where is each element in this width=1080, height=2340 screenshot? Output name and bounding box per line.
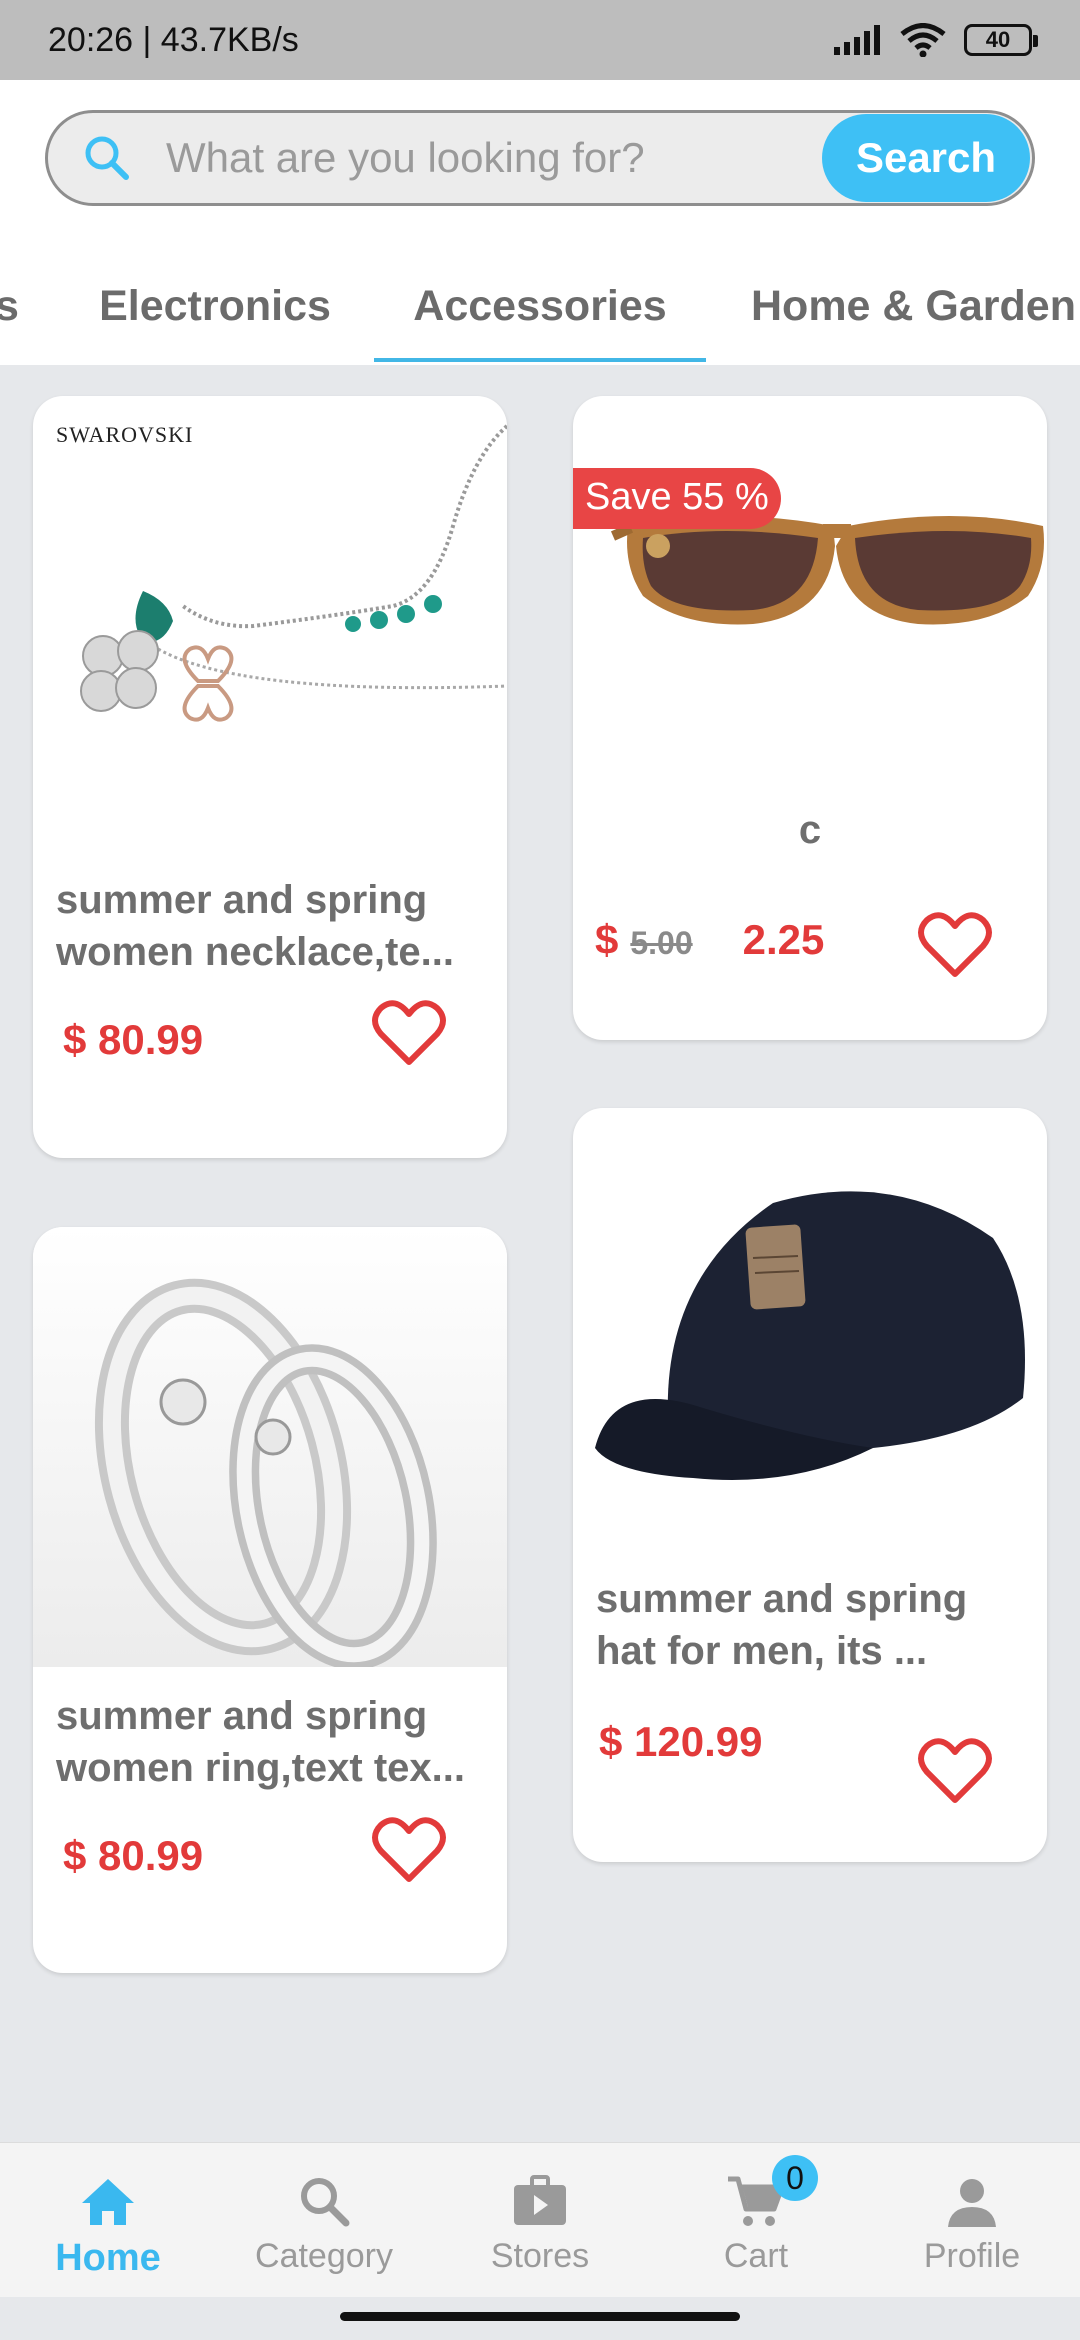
nav-stores[interactable]: Stores (432, 2143, 648, 2298)
product-image-sunglasses[interactable]: Save 55 % (573, 396, 1047, 756)
necklace-illustration (80, 424, 507, 722)
product-card-sunglasses[interactable]: Save 55 % c $ 5.00 2.25 (573, 396, 1047, 1040)
sale-price: 2.25 (742, 916, 825, 963)
home-icon (82, 2179, 134, 2225)
store-icon (514, 2175, 566, 2225)
product-title: summer and spring women necklace,te... (56, 874, 454, 978)
search-button[interactable]: Search (822, 114, 1030, 202)
product-card-cap[interactable]: summer and spring hat for men, its ... $… (573, 1108, 1047, 1862)
nav-category[interactable]: Category (216, 2143, 432, 2298)
currency-symbol: $ (595, 916, 619, 963)
status-time: 20:26 | 43.7KB/s (48, 20, 299, 59)
tab-accessories[interactable]: Accessories (374, 250, 706, 362)
signal-icon (834, 25, 880, 55)
product-price: $ 80.99 (63, 1016, 204, 1063)
product-title-line1: summer and spring (56, 878, 428, 922)
favorite-heart-icon[interactable] (371, 998, 447, 1068)
nav-cart[interactable]: Cart 0 (648, 2143, 864, 2298)
tab-electronics[interactable]: Electronics (80, 250, 350, 362)
nav-label-category: Category (255, 2237, 393, 2275)
product-card-rings[interactable]: summer and spring women ring,text tex...… (33, 1227, 507, 1973)
favorite-heart-icon[interactable] (371, 1815, 447, 1885)
favorite-heart-icon[interactable] (917, 1736, 993, 1806)
price-row: $ 5.00 2.25 (595, 916, 824, 964)
favorite-heart-icon[interactable] (917, 910, 993, 980)
product-price: $ 80.99 (63, 1832, 204, 1879)
product-image-cap[interactable] (573, 1108, 1047, 1548)
category-tabs: s Electronics Accessories Home & Garden (0, 250, 1080, 365)
search-bar: Search (45, 110, 1035, 206)
bottom-navigation: Home Category Stores Cart 0 Profile (0, 2142, 1080, 2297)
product-title-line2: women ring,text tex... (56, 1746, 465, 1790)
nav-label-stores: Stores (490, 2237, 590, 2275)
cap-illustration (595, 1191, 1025, 1480)
home-indicator[interactable] (340, 2312, 740, 2321)
nav-label-home: Home (55, 2237, 161, 2279)
battery-level: 40 (985, 27, 1011, 52)
nav-profile[interactable]: Profile (864, 2143, 1080, 2298)
product-card-necklace[interactable]: SWAROVSKI summer and spring women neckla… (33, 396, 507, 1158)
product-image-necklace[interactable]: SWAROVSKI (33, 396, 507, 826)
rings-illustration (94, 1278, 437, 1667)
tab-partial[interactable]: s (0, 250, 22, 362)
old-price: 5.00 (630, 925, 693, 961)
product-title-line2: hat for men, its ... (596, 1629, 928, 1673)
cart-count-badge: 0 (772, 2155, 818, 2201)
product-title-line1: summer and spring (596, 1577, 968, 1621)
wifi-icon (900, 23, 946, 57)
battery-icon: 40 (964, 24, 1038, 56)
product-title: summer and spring hat for men, its ... (596, 1573, 967, 1677)
search-icon (301, 2178, 350, 2227)
product-title-line2: women necklace,te... (56, 930, 454, 974)
person-icon (948, 2179, 996, 2227)
status-icons: 40 (834, 23, 1038, 57)
product-title-line1: summer and spring (56, 1694, 428, 1738)
search-icon (48, 113, 166, 203)
nav-home[interactable]: Home (0, 2143, 216, 2298)
status-bar: 20:26 | 43.7KB/s 40 (0, 0, 1080, 80)
header: Search s Electronics Accessories Home & … (0, 80, 1080, 365)
discount-badge: Save 55 % (573, 468, 781, 529)
tab-home-garden[interactable]: Home & Garden (730, 250, 1080, 362)
nav-label-cart: Cart (723, 2237, 789, 2275)
product-image-rings[interactable] (33, 1227, 507, 1667)
product-title: c (798, 808, 822, 852)
product-title: summer and spring women ring,text tex... (56, 1690, 465, 1794)
search-input[interactable] (166, 134, 822, 182)
product-price: $ 120.99 (599, 1718, 763, 1765)
nav-label-profile: Profile (923, 2237, 1021, 2275)
sunglasses-illustration (610, 516, 1044, 625)
